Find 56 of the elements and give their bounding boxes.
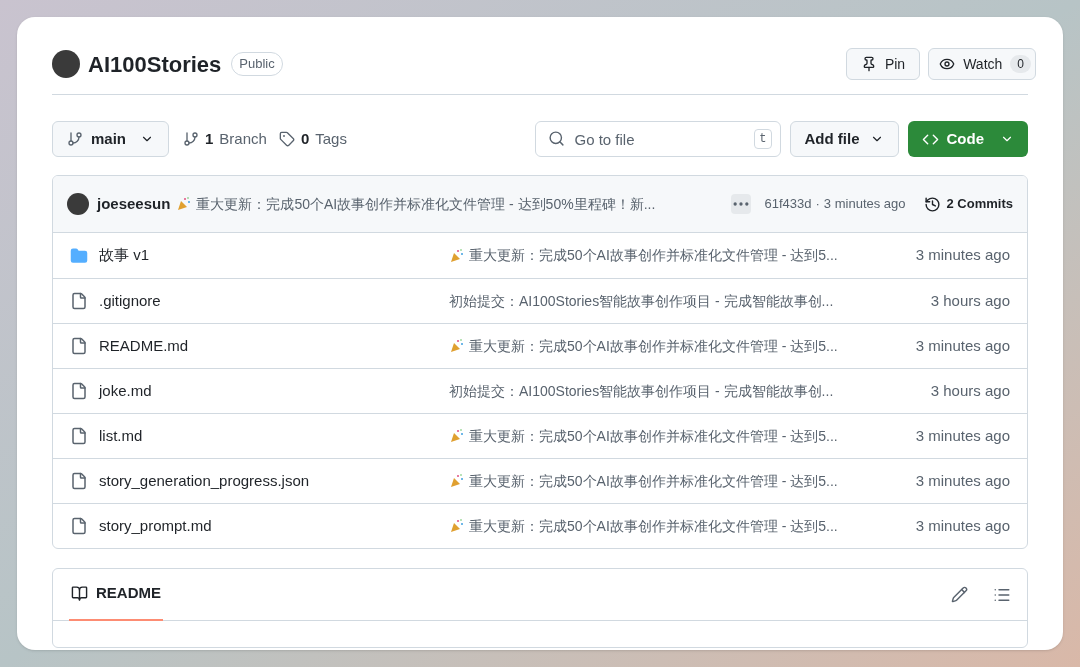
watch-button[interactable]: Watch 0 [928, 48, 1036, 80]
shortcut-key: t [754, 129, 772, 149]
commit-time: 3 hours ago [930, 290, 1010, 311]
repo-name[interactable]: AI100Stories [88, 47, 222, 81]
commit-author[interactable]: joeseesun [97, 192, 171, 216]
readme-tab[interactable]: README [69, 568, 163, 621]
add-file-button[interactable]: Add file [789, 121, 899, 157]
book-icon [71, 585, 88, 602]
commits-link[interactable]: 2 Commits [923, 194, 1013, 214]
file-icon [70, 292, 88, 310]
tag-icon [278, 131, 295, 147]
commit-time: 3 minutes ago [823, 195, 906, 214]
commit-message[interactable]: 初始提交：AI100Stories智能故事创作项目 - 完成智能故事创... [449, 380, 834, 402]
file-name[interactable]: .gitignore [99, 289, 449, 313]
pin-button[interactable]: Pin [845, 48, 921, 80]
commit-time: 3 hours ago [930, 380, 1010, 401]
commit-time: 3 minutes ago [915, 425, 1010, 446]
branch-icon [183, 131, 199, 147]
file-name[interactable]: list.md [99, 424, 449, 448]
commit-message[interactable]: 重大更新：完成50个AI故事创作并标准化文件管理 - 达到50%里程碑！新... [196, 193, 656, 215]
tags-link[interactable]: 0 Tags [278, 127, 347, 151]
history-icon [923, 195, 941, 213]
file-name[interactable]: 故事 v1 [99, 244, 449, 267]
file-icon [70, 337, 88, 355]
file-icon [70, 517, 88, 535]
edit-icon [951, 586, 968, 603]
commit-time: 3 minutes ago [915, 470, 1010, 491]
commit-time: 3 minutes ago [915, 335, 1010, 356]
commit-message[interactable]: 重大更新：完成50个AI故事创作并标准化文件管理 - 达到5... [469, 425, 838, 447]
file-name[interactable]: joke.md [99, 379, 449, 403]
ellipsis-icon [730, 194, 751, 214]
commit-time: 3 minutes ago [915, 245, 1010, 266]
commit-message[interactable]: 重大更新：完成50个AI故事创作并标准化文件管理 - 达到5... [469, 245, 838, 266]
branch-icon [67, 131, 83, 147]
commit-message[interactable]: 重大更新：完成50个AI故事创作并标准化文件管理 - 达到5... [469, 515, 838, 537]
file-icon [70, 427, 88, 445]
file-name[interactable]: story_generation_progress.json [99, 469, 449, 493]
avatar-icon [52, 50, 80, 78]
file-icon [70, 382, 88, 400]
search-icon [547, 130, 565, 147]
branches-link[interactable]: 1 Branch [183, 127, 267, 151]
commit-message[interactable]: 重大更新：完成50个AI故事创作并标准化文件管理 - 达到5... [469, 335, 838, 357]
code-button[interactable]: Code [907, 121, 1028, 157]
file-icon [70, 472, 88, 490]
commit-message[interactable]: 重大更新：完成50个AI故事创作并标准化文件管理 - 达到5... [469, 470, 838, 492]
separator-dot: · [815, 195, 820, 214]
eye-icon [939, 56, 956, 72]
commit-message[interactable]: 初始提交：AI100Stories智能故事创作项目 - 完成智能故事创... [449, 290, 834, 312]
watch-count: 0 [1010, 55, 1031, 73]
file-name[interactable]: story_prompt.md [99, 514, 449, 538]
branch-selector[interactable]: main [52, 121, 169, 157]
file-name[interactable]: README.md [99, 334, 449, 358]
folder-icon [70, 246, 88, 265]
commit-hash[interactable]: 61f433d [764, 194, 812, 214]
avatar-icon [67, 193, 89, 215]
commit-time: 3 minutes ago [915, 515, 1010, 536]
